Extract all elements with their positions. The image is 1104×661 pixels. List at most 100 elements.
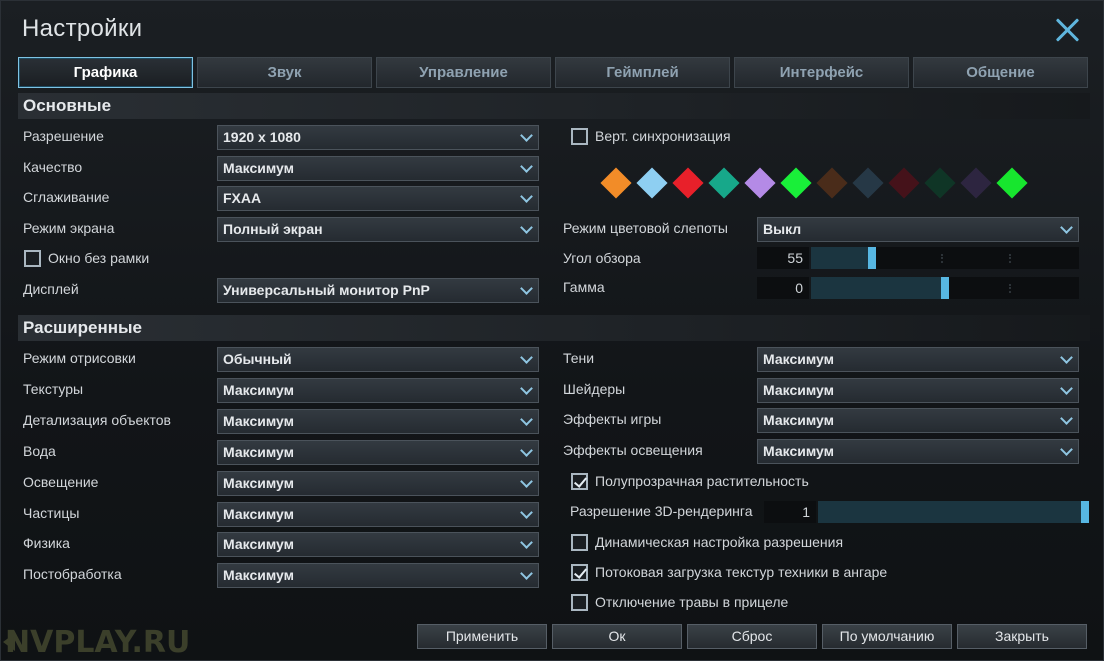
chevron-down-icon [520, 506, 533, 519]
left-label-6: Физика [23, 535, 70, 551]
color-swatch-11[interactable] [996, 167, 1028, 199]
render-resolution-slider-thumb[interactable] [1081, 501, 1089, 523]
gamma-slider[interactable] [811, 277, 1079, 299]
antialiasing-value: FXAA [223, 190, 262, 206]
left-dropdown-0[interactable]: Обычный [217, 347, 539, 372]
fov-slider[interactable] [811, 247, 1079, 269]
left-dropdown-4[interactable]: Максимум [217, 471, 539, 496]
chevron-down-icon [520, 536, 533, 549]
display-dropdown[interactable]: Универсальный монитор PnP [217, 278, 539, 303]
right-dropdown-3[interactable]: Максимум [757, 439, 1079, 464]
left-label-7: Постобработка [23, 566, 122, 582]
color-swatch-2[interactable] [672, 167, 704, 199]
defaults-button[interactable]: По умолчанию [822, 624, 952, 649]
render-resolution-label: Разрешение 3D-рендеринга [570, 503, 753, 519]
reset-button[interactable]: Сброс [687, 624, 817, 649]
screen-mode-dropdown[interactable]: Полный экран [217, 217, 539, 242]
fov-label: Угол обзора [563, 250, 641, 266]
right-value-2: Максимум [763, 412, 834, 428]
chevron-down-icon [1060, 351, 1073, 364]
tab-interface[interactable]: Интерфейс [734, 57, 909, 88]
disable-grass-label: Отключение травы в прицеле [595, 594, 789, 610]
left-dropdown-6[interactable]: Максимум [217, 532, 539, 557]
left-label-2: Детализация объектов [23, 412, 171, 428]
close-icon[interactable] [1054, 17, 1080, 43]
translucent-vegetation-label: Полупрозрачная растительность [595, 473, 809, 489]
display-value: Универсальный монитор PnP [223, 282, 430, 298]
colorblind-dropdown[interactable]: Выкл [757, 217, 1079, 242]
disable-grass-checkbox[interactable] [571, 594, 588, 611]
chevron-down-icon [1060, 443, 1073, 456]
right-dropdown-1[interactable]: Максимум [757, 378, 1079, 403]
ok-button[interactable]: Ок [552, 624, 682, 649]
display-label: Дисплей [23, 281, 79, 297]
vsync-label: Верт. синхронизация [595, 128, 731, 144]
resolution-dropdown[interactable]: 1920 x 1080 [217, 125, 539, 150]
color-swatch-5[interactable] [780, 167, 812, 199]
color-swatch-0[interactable] [600, 167, 632, 199]
chevron-down-icon [520, 351, 533, 364]
chevron-down-icon [520, 282, 533, 295]
quality-value: Максимум [223, 160, 294, 176]
color-swatch-10[interactable] [960, 167, 992, 199]
colorblind-label: Режим цветовой слепоты [563, 220, 728, 236]
render-resolution-slider[interactable] [818, 501, 1089, 523]
render-resolution-slider-fill [818, 501, 1089, 523]
left-dropdown-2[interactable]: Максимум [217, 409, 539, 434]
tab-sound[interactable]: Звук [197, 57, 372, 88]
texture-streaming-checkbox[interactable] [571, 564, 588, 581]
close-button[interactable]: Закрыть [957, 624, 1087, 649]
left-dropdown-3[interactable]: Максимум [217, 440, 539, 465]
color-swatch-6[interactable] [816, 167, 848, 199]
chevron-down-icon [520, 129, 533, 142]
vsync-checkbox[interactable] [571, 128, 588, 145]
right-dropdown-2[interactable]: Максимум [757, 408, 1079, 433]
translucent-vegetation-checkbox[interactable] [571, 473, 588, 490]
quality-label: Качество [23, 159, 83, 175]
chevron-down-icon [520, 190, 533, 203]
left-label-1: Текстуры [23, 381, 84, 397]
tab-graphics[interactable]: Графика [18, 57, 193, 88]
left-dropdown-1[interactable]: Максимум [217, 378, 539, 403]
slider-tick [1009, 254, 1011, 263]
chevron-down-icon [1060, 382, 1073, 395]
texture-streaming-label: Потоковая загрузка текстур техники в анг… [595, 564, 888, 580]
left-value-0: Обычный [223, 351, 292, 367]
right-value-0: Максимум [763, 351, 834, 367]
fov-slider-thumb[interactable] [868, 247, 876, 269]
right-label-3: Эффекты освещения [563, 442, 703, 458]
color-swatch-1[interactable] [636, 167, 668, 199]
tab-gameplay[interactable]: Геймплей [555, 57, 730, 88]
quality-dropdown[interactable]: Максимум [217, 156, 539, 181]
watermark: NVPLAY.RU [5, 625, 191, 660]
slider-tick [1009, 284, 1011, 293]
render-resolution-value[interactable]: 1 [764, 501, 816, 523]
left-dropdown-7[interactable]: Максимум [217, 563, 539, 588]
left-value-6: Максимум [223, 536, 294, 552]
borderless-checkbox[interactable] [24, 250, 41, 267]
left-value-1: Максимум [223, 382, 294, 398]
dynamic-resolution-label: Динамическая настройка разрешения [595, 534, 844, 550]
left-dropdown-5[interactable]: Максимум [217, 502, 539, 527]
color-swatch-9[interactable] [924, 167, 956, 199]
tab-controls[interactable]: Управление [376, 57, 551, 88]
right-label-2: Эффекты игры [563, 411, 662, 427]
fov-value[interactable]: 55 [757, 247, 809, 269]
color-swatch-7[interactable] [852, 167, 884, 199]
apply-button[interactable]: Применить [417, 624, 547, 649]
left-label-0: Режим отрисовки [23, 350, 136, 366]
chevron-down-icon [520, 475, 533, 488]
tab-communication[interactable]: Общение [913, 57, 1088, 88]
right-dropdown-0[interactable]: Максимум [757, 347, 1079, 372]
color-swatch-8[interactable] [888, 167, 920, 199]
right-label-1: Шейдеры [563, 381, 626, 397]
color-swatch-3[interactable] [708, 167, 740, 199]
left-label-3: Вода [23, 443, 56, 459]
gamma-slider-thumb[interactable] [941, 277, 949, 299]
chevron-down-icon [520, 413, 533, 426]
gamma-value[interactable]: 0 [757, 277, 809, 299]
dynamic-resolution-checkbox[interactable] [571, 534, 588, 551]
color-swatch-4[interactable] [744, 167, 776, 199]
antialiasing-label: Сглаживание [23, 189, 110, 205]
antialiasing-dropdown[interactable]: FXAA [217, 186, 539, 211]
